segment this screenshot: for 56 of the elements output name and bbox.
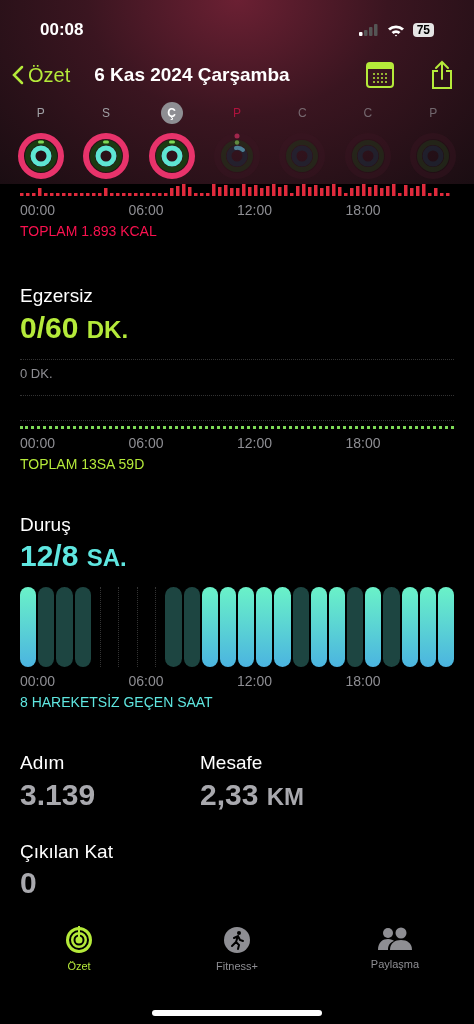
back-button[interactable]: Özet (12, 60, 71, 90)
axis-label: 00:00 (20, 433, 57, 453)
date-title: 6 Kas 2024 Çarşamba (94, 62, 290, 87)
axis-label: 12:00 (237, 433, 274, 453)
chevron-left-icon (12, 65, 24, 85)
axis-label: 06:00 (128, 433, 165, 453)
axis-label: 18:00 (345, 672, 382, 691)
axis-label: 12:00 (237, 672, 274, 691)
exercise-value: 0/60 DK. (20, 310, 130, 346)
battery-level: 75 (412, 23, 434, 37)
scale-label: 0 DK. (20, 364, 54, 383)
rings-tab-icon (65, 925, 93, 954)
stat-label: Mesafe (200, 751, 264, 775)
status-time: 00:08 (40, 19, 84, 42)
day-letter: C (362, 105, 374, 122)
stat-value: 2,33 KM (200, 777, 306, 813)
share-icon (430, 60, 454, 90)
day-letter: Ç (160, 102, 183, 124)
day-letter: P (35, 105, 46, 122)
stat-value: 3.139 (20, 777, 97, 812)
activity-rings-icon (147, 132, 196, 180)
day-letter: C (297, 105, 308, 122)
day-button[interactable]: S (73, 102, 139, 180)
axis-label: 18:00 (345, 433, 382, 453)
stat-value: 0 (20, 866, 38, 900)
activity-rings-icon (82, 132, 131, 180)
share-button[interactable] (430, 60, 454, 90)
axis-label: 06:00 (128, 672, 165, 691)
exercise-label: Egzersiz (20, 284, 94, 308)
stat-label: Çıkılan Kat (20, 839, 114, 864)
wifi-icon (386, 23, 405, 37)
people-icon (377, 925, 413, 952)
stand-label: Duruş (20, 512, 72, 537)
axis-label: 06:00 (128, 201, 165, 220)
axis-label: 00:00 (20, 201, 57, 220)
calorie-total: TOPLAM 1.893 KCAL (20, 222, 158, 241)
axis-label: 00:00 (20, 672, 57, 691)
axis-label: 12:00 (237, 201, 274, 220)
activity-rings-icon (16, 132, 65, 180)
tab-button[interactable]: Özet (0, 925, 158, 974)
tab-button[interactable]: Fitness+ (158, 925, 316, 974)
calendar-button[interactable] (366, 62, 394, 88)
tab-button[interactable]: Paylaşma (316, 925, 474, 974)
day-letter: P (231, 105, 242, 122)
calendar-icon (366, 62, 394, 88)
day-button[interactable]: P (8, 102, 74, 180)
axis-label: 18:00 (345, 201, 382, 220)
runner-icon (223, 925, 251, 954)
signal-icon (358, 24, 379, 36)
activity-rings-icon (409, 132, 458, 180)
stand-value: 12/8 SA. (20, 539, 128, 574)
day-letter: P (428, 105, 439, 122)
exercise-total: TOPLAM 13SA 59D (20, 454, 146, 474)
sedentary-hours: 8 HAREKETSİZ GEÇEN SAAT (20, 693, 214, 712)
stat-label: Adım (20, 751, 66, 775)
day-letter: S (101, 105, 112, 122)
